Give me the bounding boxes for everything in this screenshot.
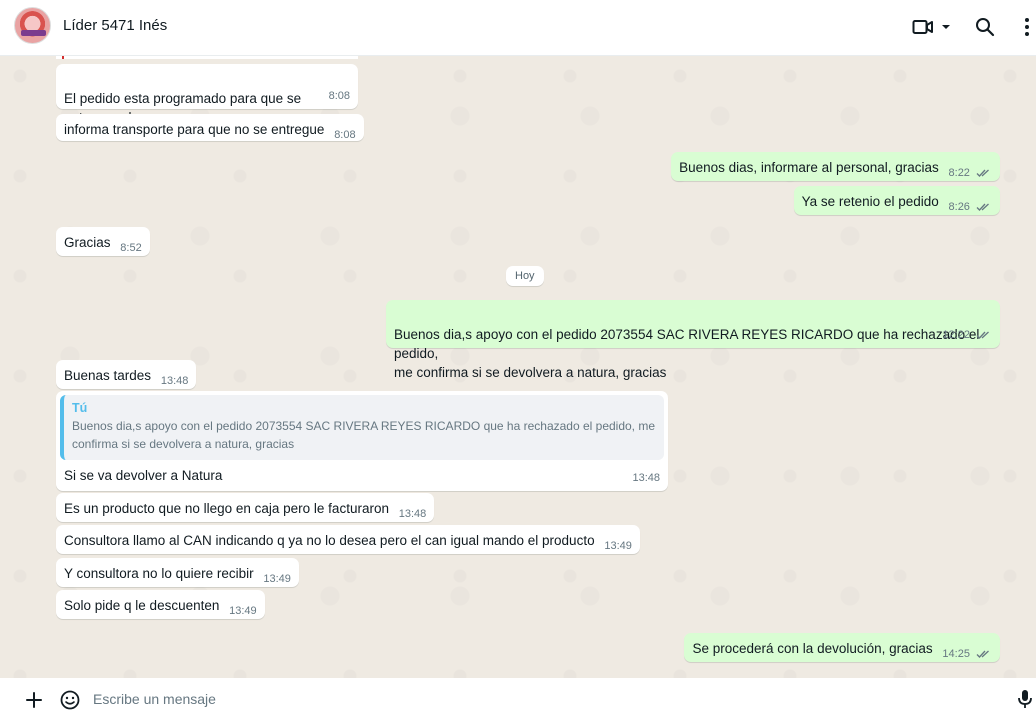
message-list[interactable]: El pedido esta programado para que se en…: [0, 56, 1036, 678]
message-composer: [0, 678, 1036, 719]
contact-name[interactable]: Líder 5471 Inés: [63, 17, 167, 34]
message-incoming[interactable]: Y consultora no lo quiere recibir 13:49: [56, 558, 299, 587]
plus-icon: [26, 692, 42, 708]
message-text: Solo pide q le descuenten: [64, 598, 220, 613]
message-incoming[interactable]: Buenas tardes 13:48: [56, 360, 197, 389]
message-text: Y consultora no lo quiere recibir: [64, 566, 254, 581]
mic-icon: [1018, 690, 1032, 708]
message-time: 13:48: [632, 472, 660, 484]
message-time: 13:48: [398, 508, 427, 520]
attach-button[interactable]: [22, 688, 46, 712]
message-text: Ya se retenio el pedido: [801, 194, 939, 209]
message-outgoing[interactable]: Ya se retenio el pedido 8:26: [793, 186, 1000, 215]
message-incoming[interactable]: informa transporte para que no se entreg…: [56, 114, 364, 141]
message-text: Gracias: [64, 235, 111, 250]
message-time: 8:26: [948, 201, 970, 213]
message-text: Consultora llamo al CAN indicando q ya n…: [64, 533, 595, 548]
message-incoming[interactable]: El pedido esta programado para que se en…: [56, 64, 358, 144]
message-text: informa transporte para que no se entreg…: [64, 122, 325, 137]
message-text: Buenos dia,s apoyo con el pedido 2073554…: [394, 327, 980, 380]
quoted-author: Tú: [72, 401, 88, 415]
voice-message-button[interactable]: [1016, 688, 1036, 712]
quoted-text: Buenos dia,s apoyo con el pedido 2073554…: [72, 419, 656, 451]
message-time: 14:25: [942, 648, 970, 660]
read-receipt-icon: [976, 331, 989, 340]
message-text: Buenos dias, informare al personal, grac…: [679, 160, 939, 175]
message-meta: 12:22: [942, 326, 992, 345]
message-outgoing[interactable]: Se procederá con la devolución, gracias …: [684, 633, 1000, 662]
message-time: 8:22: [948, 167, 970, 179]
message-text: Es un producto que no llego en caja pero…: [64, 501, 389, 516]
message-meta: 14:25: [942, 648, 992, 660]
message-time: 8:52: [120, 242, 142, 254]
video-call-icon: [912, 20, 933, 34]
read-receipt-icon: [976, 650, 989, 659]
date-separator: Hoy: [506, 266, 544, 286]
message-time: 13:49: [604, 540, 632, 552]
message-time: 12:22: [942, 329, 970, 341]
read-receipt-icon: [976, 169, 989, 178]
message-outgoing[interactable]: Buenos dia,s apoyo con el pedido 2073554…: [386, 300, 1000, 380]
quoted-message[interactable]: Tú Buenos dia,s apoyo con el pedido 2073…: [60, 395, 664, 460]
message-incoming-reply[interactable]: Tú Buenos dia,s apoyo con el pedido 2073…: [56, 391, 668, 491]
message-time: 13:48: [160, 375, 189, 387]
message-text: Se procederá con la devolución, gracias: [692, 641, 933, 656]
chat-header: Líder 5471 Inés: [0, 0, 1036, 56]
message-incoming[interactable]: Consultora llamo al CAN indicando q ya n…: [56, 525, 640, 554]
message-meta: 8:22: [949, 167, 992, 179]
search-button[interactable]: [972, 14, 998, 40]
emoji-button[interactable]: [58, 688, 82, 712]
message-input[interactable]: [93, 688, 973, 710]
message-meta: 8:26: [949, 201, 992, 213]
emoji-icon: [60, 690, 80, 710]
chevron-down-icon: [942, 25, 950, 29]
video-call-button[interactable]: [912, 14, 952, 40]
read-receipt-icon: [976, 203, 989, 212]
message-text: Buenas tardes: [64, 368, 152, 383]
message-time: 8:08: [334, 129, 356, 141]
message-time: 13:49: [263, 573, 291, 585]
previous-message-edge: [56, 56, 358, 59]
message-incoming[interactable]: Solo pide q le descuenten 13:49: [56, 590, 265, 619]
menu-button[interactable]: [1018, 14, 1036, 40]
message-incoming[interactable]: Es un producto que no llego en caja pero…: [56, 493, 435, 522]
menu-dots-icon: [1025, 18, 1029, 36]
message-text: Si se va devolver a Natura: [64, 468, 223, 483]
message-incoming[interactable]: Gracias 8:52: [56, 227, 150, 256]
message-time: 13:49: [229, 605, 257, 617]
search-icon: [976, 18, 995, 37]
contact-avatar[interactable]: [14, 7, 51, 44]
message-outgoing[interactable]: Buenos dias, informare al personal, grac…: [671, 152, 1000, 181]
message-time: 8:08: [328, 90, 350, 102]
